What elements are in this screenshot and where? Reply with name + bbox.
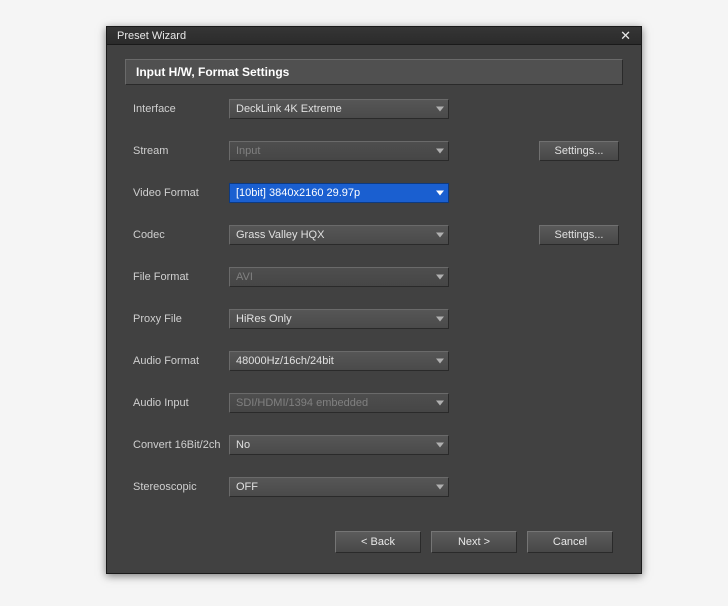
chevron-down-icon (436, 401, 444, 406)
chevron-down-icon (436, 485, 444, 490)
select-file-format: AVI (229, 267, 449, 287)
row-video-format: Video Format [10bit] 3840x2160 29.97p (129, 183, 619, 203)
chevron-down-icon (436, 359, 444, 364)
row-audio-input: Audio Input SDI/HDMI/1394 embedded (129, 393, 619, 413)
select-proxy-file[interactable]: HiRes Only (229, 309, 449, 329)
close-icon[interactable]: ✕ (616, 28, 635, 44)
label-interface: Interface (129, 103, 229, 115)
label-file-format: File Format (129, 271, 229, 283)
row-interface: Interface DeckLink 4K Extreme (129, 99, 619, 119)
chevron-down-icon (436, 317, 444, 322)
select-stereoscopic[interactable]: OFF (229, 477, 449, 497)
select-interface[interactable]: DeckLink 4K Extreme (229, 99, 449, 119)
chevron-down-icon (436, 107, 444, 112)
label-video-format: Video Format (129, 187, 229, 199)
select-stereoscopic-value: OFF (236, 481, 258, 493)
label-audio-input: Audio Input (129, 397, 229, 409)
next-button[interactable]: Next > (431, 531, 517, 553)
dialog-body: Input H/W, Format Settings Interface Dec… (107, 45, 641, 573)
chevron-down-icon (436, 443, 444, 448)
select-video-format[interactable]: [10bit] 3840x2160 29.97p (229, 183, 449, 203)
label-convert: Convert 16Bit/2ch (129, 439, 229, 451)
stream-settings-button[interactable]: Settings... (539, 141, 619, 161)
back-button[interactable]: < Back (335, 531, 421, 553)
chevron-down-icon (436, 233, 444, 238)
section-header: Input H/W, Format Settings (125, 59, 623, 85)
cancel-button[interactable]: Cancel (527, 531, 613, 553)
label-stream: Stream (129, 145, 229, 157)
titlebar: Preset Wizard ✕ (107, 27, 641, 45)
select-video-format-value: [10bit] 3840x2160 29.97p (236, 187, 360, 199)
codec-settings-button[interactable]: Settings... (539, 225, 619, 245)
select-stream-value: Input (236, 145, 260, 157)
chevron-down-icon (436, 149, 444, 154)
row-file-format: File Format AVI (129, 267, 619, 287)
select-audio-format[interactable]: 48000Hz/16ch/24bit (229, 351, 449, 371)
label-audio-format: Audio Format (129, 355, 229, 367)
row-proxy-file: Proxy File HiRes Only (129, 309, 619, 329)
label-stereoscopic: Stereoscopic (129, 481, 229, 493)
chevron-down-icon (436, 275, 444, 280)
select-convert[interactable]: No (229, 435, 449, 455)
select-stream: Input (229, 141, 449, 161)
select-convert-value: No (236, 439, 250, 451)
row-codec: Codec Grass Valley HQX Settings... (129, 225, 619, 245)
select-audio-input-value: SDI/HDMI/1394 embedded (236, 397, 368, 409)
row-stereoscopic: Stereoscopic OFF (129, 477, 619, 497)
row-stream: Stream Input Settings... (129, 141, 619, 161)
chevron-down-icon (436, 191, 444, 196)
label-codec: Codec (129, 229, 229, 241)
select-file-format-value: AVI (236, 271, 253, 283)
select-proxy-file-value: HiRes Only (236, 313, 292, 325)
select-audio-input: SDI/HDMI/1394 embedded (229, 393, 449, 413)
dialog-title: Preset Wizard (117, 30, 616, 42)
form-area: Interface DeckLink 4K Extreme Stream Inp… (125, 95, 623, 523)
row-convert: Convert 16Bit/2ch No (129, 435, 619, 455)
preset-wizard-dialog: Preset Wizard ✕ Input H/W, Format Settin… (106, 26, 642, 574)
row-audio-format: Audio Format 48000Hz/16ch/24bit (129, 351, 619, 371)
select-audio-format-value: 48000Hz/16ch/24bit (236, 355, 334, 367)
select-codec-value: Grass Valley HQX (236, 229, 324, 241)
footer: < Back Next > Cancel (125, 523, 623, 563)
select-codec[interactable]: Grass Valley HQX (229, 225, 449, 245)
select-interface-value: DeckLink 4K Extreme (236, 103, 342, 115)
label-proxy-file: Proxy File (129, 313, 229, 325)
